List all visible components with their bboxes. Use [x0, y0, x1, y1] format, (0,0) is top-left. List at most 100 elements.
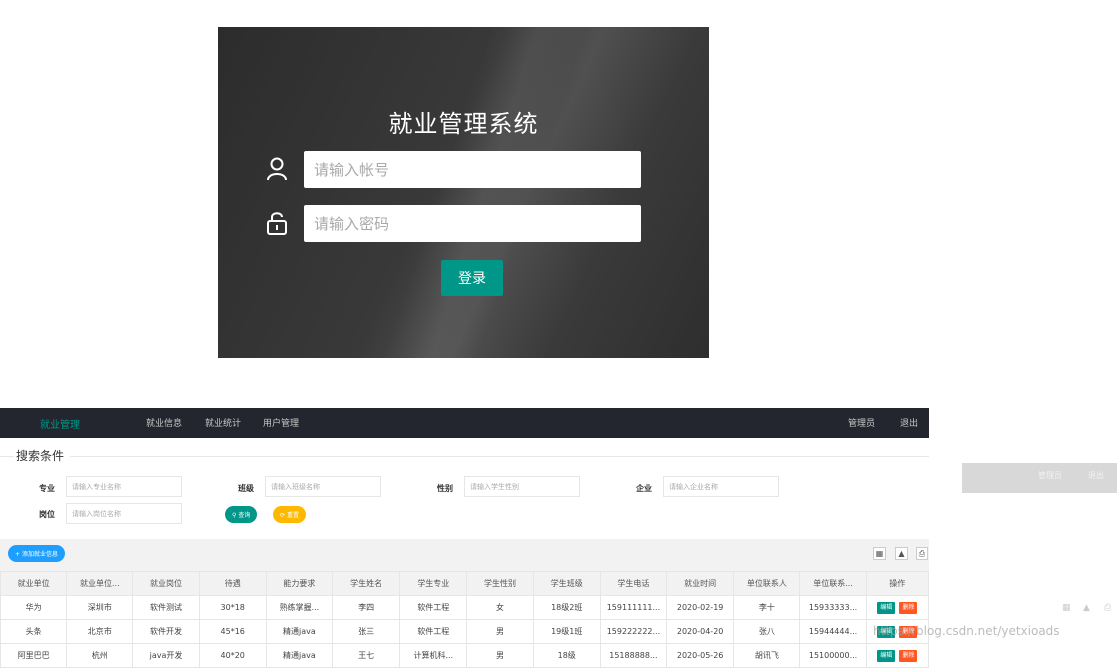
cell: 胡讯飞: [733, 643, 801, 668]
reset-button[interactable]: ⟳ 重置: [273, 506, 306, 523]
cell: 30*18: [198, 595, 267, 620]
cell: 华为: [0, 595, 68, 620]
cell: 杭州: [66, 643, 134, 668]
table-row: 阿里巴巴 杭州 java开发 40*20 精通java 王七 计算机科... 男…: [0, 643, 930, 668]
cell: 王七: [332, 643, 401, 668]
cell: 19级1班: [532, 619, 601, 644]
edit-button[interactable]: 编辑: [877, 649, 896, 662]
company-input[interactable]: [663, 476, 779, 497]
cell: 45*16: [198, 619, 267, 644]
class-input[interactable]: [265, 476, 381, 497]
cell: 18级2班: [532, 595, 601, 620]
col-header[interactable]: 学生姓名: [332, 571, 401, 596]
col-header[interactable]: 就业时间: [666, 571, 735, 596]
col-header[interactable]: 就业岗位: [132, 571, 200, 596]
nav-item-employment-stats[interactable]: 就业统计: [205, 416, 241, 429]
login-title: 就业管理系统: [388, 110, 539, 138]
cell: 159111111...: [599, 595, 668, 620]
col-header[interactable]: 就业单位...: [66, 571, 134, 596]
add-employment-button[interactable]: + 添加就业信息: [8, 545, 65, 562]
col-header[interactable]: 学生专业: [399, 571, 468, 596]
cell: 2020-05-26: [666, 643, 735, 668]
actions-cell: 编辑 删除: [865, 643, 930, 668]
col-header[interactable]: 能力要求: [265, 571, 334, 596]
table-row: 头条 北京市 软件开发 45*16 精通java 张三 软件工程 男 19级1班…: [0, 619, 930, 644]
account-row: [266, 151, 646, 188]
nav-logout[interactable]: 退出: [900, 416, 918, 429]
cell: 男: [466, 643, 534, 668]
faded-nav-logout[interactable]: 退出: [1088, 470, 1104, 481]
refresh-icon: ⟳: [280, 512, 286, 519]
cell: 15188888...: [599, 643, 668, 668]
gender-input[interactable]: [464, 476, 580, 497]
table-toolbar: + 添加就业信息 ▦ ▲ ⎙: [0, 539, 929, 571]
edit-button[interactable]: 编辑: [877, 601, 896, 614]
login-button[interactable]: 登录: [441, 260, 503, 296]
major-input[interactable]: [66, 476, 182, 497]
account-input[interactable]: [304, 151, 641, 188]
col-header[interactable]: 学生性别: [466, 571, 534, 596]
nav-user[interactable]: 管理员: [848, 416, 875, 429]
cell: 软件开发: [132, 619, 200, 644]
search-button[interactable]: ⚲ 查询: [225, 506, 258, 523]
reset-button-label: 重置: [286, 512, 299, 519]
cell: 张三: [332, 619, 401, 644]
table-header-row: 就业单位 就业单位... 就业岗位 待遇 能力要求 学生姓名 学生专业 学生性别…: [0, 571, 930, 596]
right-faded-nav: 管理员 退出: [962, 463, 1117, 493]
col-header[interactable]: 单位联系...: [799, 571, 867, 596]
cell: 软件工程: [399, 619, 468, 644]
cell: 张八: [733, 619, 801, 644]
table-row: 华为 深圳市 软件测试 30*18 熟练掌握... 李四 软件工程 女 18级2…: [0, 595, 930, 620]
cell: 女: [466, 595, 534, 620]
cell: 15933333...: [799, 595, 867, 620]
label-position: 岗位: [39, 510, 55, 519]
password-row: [266, 205, 646, 242]
print-icon[interactable]: ⎙: [916, 547, 928, 560]
nav-item-user-management[interactable]: 用户管理: [263, 416, 299, 429]
cell: 头条: [0, 619, 68, 644]
background-light-streak: [375, 27, 591, 358]
cell: 15944444...: [799, 619, 867, 644]
faded-nav-user[interactable]: 管理员: [1038, 470, 1062, 481]
col-header[interactable]: 学生班级: [532, 571, 601, 596]
faded-print-icon: ⎙: [1104, 603, 1112, 613]
cell: 159222222...: [599, 619, 668, 644]
cell: 软件工程: [399, 595, 468, 620]
delete-button[interactable]: 删除: [899, 649, 918, 662]
position-input[interactable]: [66, 503, 182, 524]
cell: 深圳市: [66, 595, 134, 620]
cell: 阿里巴巴: [0, 643, 68, 668]
columns-filter-icon[interactable]: ▦: [873, 547, 886, 560]
col-header[interactable]: 单位联系人: [733, 571, 801, 596]
watermark-text: https://blog.csdn.net/yetxioads: [873, 624, 1060, 638]
search-icon: ⚲: [232, 512, 237, 519]
cell: 15100000...: [799, 643, 867, 668]
cell: 男: [466, 619, 534, 644]
employment-table: 就业单位 就业单位... 就业岗位 待遇 能力要求 学生姓名 学生专业 学生性别…: [0, 571, 930, 668]
label-company: 企业: [636, 484, 652, 493]
delete-button[interactable]: 删除: [899, 601, 918, 614]
cell: 软件测试: [132, 595, 200, 620]
password-input[interactable]: [304, 205, 641, 242]
actions-cell: 编辑 删除: [865, 595, 930, 620]
cell: 熟练掌握...: [265, 595, 334, 620]
nav-brand[interactable]: 就业管理: [40, 416, 80, 431]
cell: 精通java: [265, 643, 334, 668]
col-header[interactable]: 待遇: [198, 571, 267, 596]
lock-icon: [267, 212, 287, 235]
search-legend: 搜索条件: [16, 449, 65, 463]
col-header[interactable]: 就业单位: [0, 571, 68, 596]
export-icon[interactable]: ▲: [895, 547, 908, 560]
plus-icon: +: [15, 551, 21, 558]
fieldset-border: [0, 456, 929, 457]
label-gender: 性别: [437, 484, 453, 493]
nav-item-employment-info[interactable]: 就业信息: [146, 416, 182, 429]
cell: 李十: [733, 595, 801, 620]
cell: 18级: [532, 643, 601, 668]
top-nav-bar: 就业管理 就业信息 就业统计 用户管理 管理员 退出: [0, 408, 929, 438]
add-button-label: 添加就业信息: [21, 551, 58, 558]
faded-columns-icon: ▦: [1062, 603, 1071, 613]
col-header[interactable]: 学生电话: [599, 571, 668, 596]
cell: 李四: [332, 595, 401, 620]
label-major: 专业: [39, 484, 55, 493]
